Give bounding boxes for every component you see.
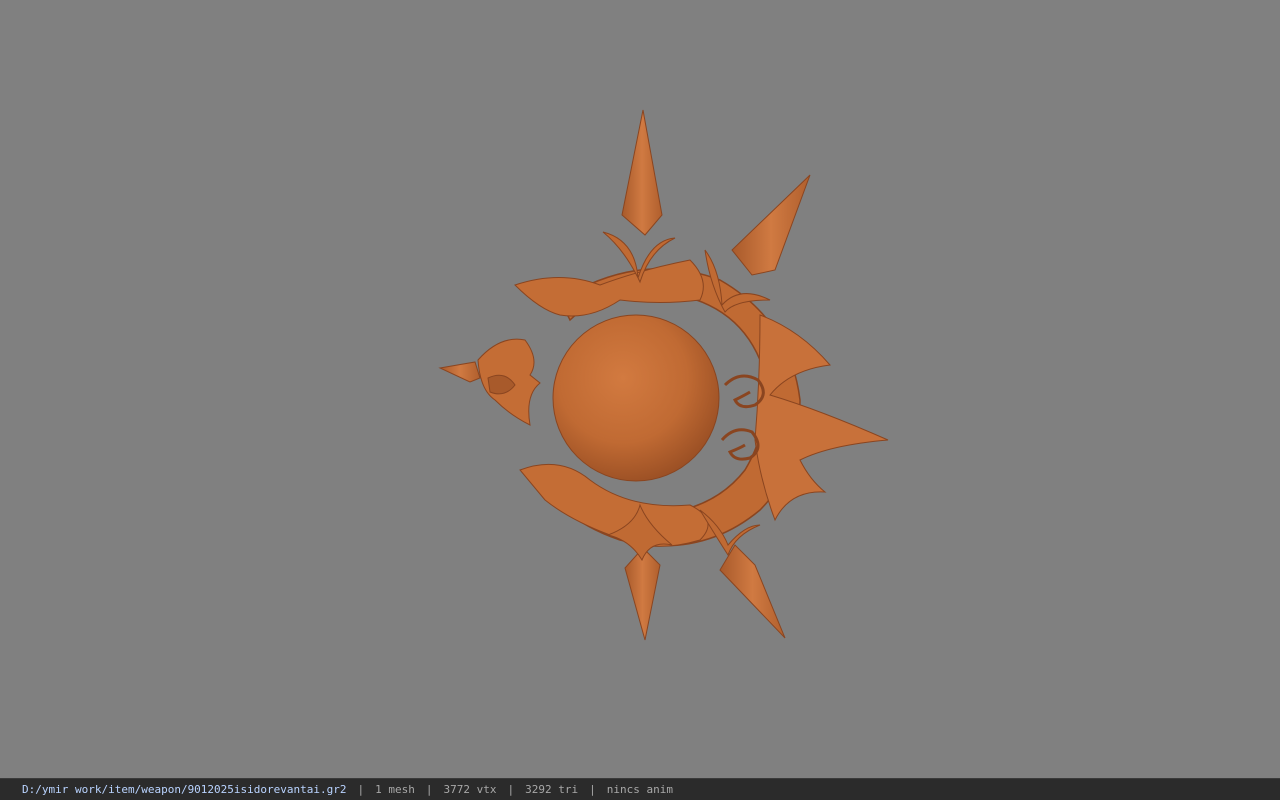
- file-path: D:/ymir work/item/weapon/9012025isidorev…: [22, 783, 347, 796]
- triangle-count: 3292 tri: [525, 783, 579, 796]
- spike-left: [438, 338, 541, 426]
- separator: |: [589, 783, 596, 796]
- 3d-viewport[interactable]: [0, 0, 1280, 778]
- spike-top: [602, 109, 676, 284]
- spike-bottom-right: [699, 509, 786, 639]
- central-orb: [552, 314, 720, 482]
- weapon-model[interactable]: [0, 0, 1280, 778]
- anim-status: nincs anim: [606, 783, 673, 796]
- separator: |: [425, 783, 433, 796]
- spike-top-right: [704, 174, 811, 313]
- separator: |: [507, 783, 515, 796]
- status-bar: D:/ymir work/item/weapon/9012025isidorev…: [0, 778, 1280, 800]
- separator: |: [357, 783, 365, 796]
- vertex-count: 3772 vtx: [443, 783, 497, 796]
- mesh-count: 1 mesh: [375, 783, 415, 796]
